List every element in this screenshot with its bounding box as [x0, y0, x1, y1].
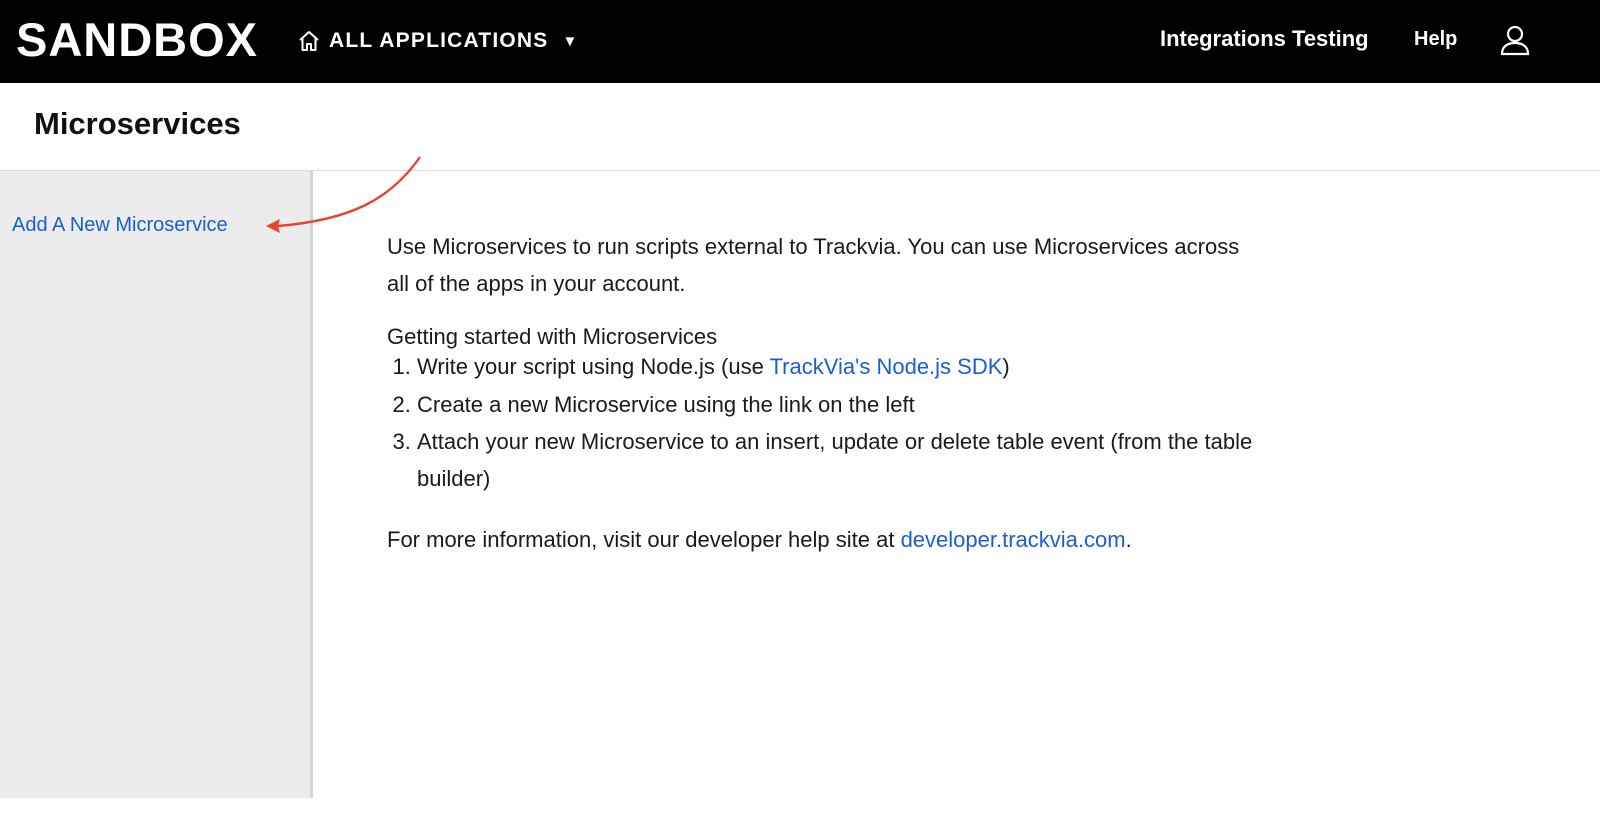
all-applications-menu[interactable]: ALL APPLICATIONS ▼ [297, 26, 577, 56]
page-title: Microservices [34, 106, 241, 141]
step-text: Attach your new Microservice to an inser… [417, 429, 1253, 491]
step-text: Write your script using Node.js (use [417, 354, 770, 379]
account-name-link[interactable]: Integrations Testing [1160, 26, 1369, 52]
page-title-bar: Microservices [0, 83, 1600, 171]
microservices-help-content: Use Microservices to run scripts externa… [387, 228, 1267, 558]
step-text-suffix: ) [1002, 354, 1010, 379]
home-icon [299, 31, 319, 51]
nodejs-sdk-link[interactable]: TrackVia's Node.js SDK [770, 354, 1003, 379]
help-link[interactable]: Help [1414, 28, 1457, 51]
step-item: Write your script using Node.js (use Tra… [417, 352, 1267, 382]
step-item: Create a new Microservice using the link… [417, 386, 1267, 423]
step-text: Create a new Microservice using the link… [417, 392, 915, 417]
steps-heading: Getting started with Microservices [387, 324, 718, 349]
steps-list: Write your script using Node.js (use Tra… [387, 352, 1267, 497]
top-navigation-bar: SANDBOX ALL APPLICATIONS ▼ Integrations … [0, 0, 1600, 83]
annotation-arrow-head [266, 219, 280, 233]
step-item: Attach your new Microservice to an inser… [417, 423, 1267, 497]
user-profile-icon[interactable] [1500, 24, 1530, 56]
chevron-down-icon: ▼ [562, 32, 578, 50]
annotation-arrow-curve [277, 156, 421, 228]
more-info-text: For more information, visit our develope… [387, 527, 901, 552]
developer-site-link[interactable]: developer.trackvia.com [901, 527, 1126, 552]
sidebar: Add A New Microservice [0, 171, 313, 798]
all-applications-label: ALL APPLICATIONS [329, 29, 549, 52]
more-info-paragraph: For more information, visit our develope… [387, 521, 1267, 558]
more-info-suffix: . [1125, 527, 1132, 552]
intro-paragraph: Use Microservices to run scripts externa… [387, 234, 1240, 296]
brand-logo[interactable]: SANDBOX [16, 12, 258, 68]
add-new-microservice-link[interactable]: Add A New Microservice [12, 214, 228, 237]
